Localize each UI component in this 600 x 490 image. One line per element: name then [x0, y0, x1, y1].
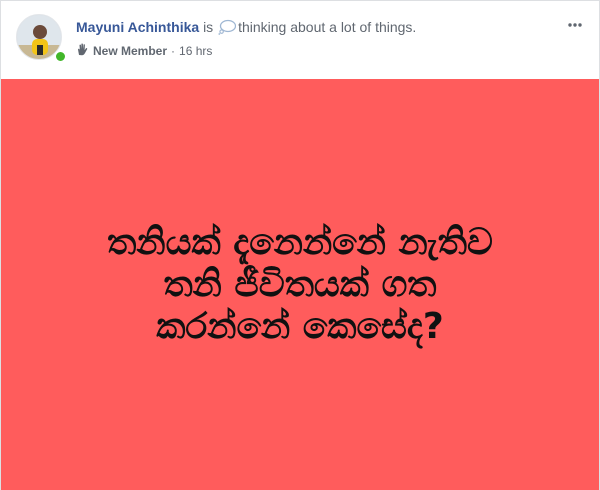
- more-options-icon: [568, 23, 582, 27]
- thought-bubble-icon: [218, 19, 237, 38]
- colored-status-background: තනියක් දැනෙන්නේ නැතිව තනි ජීවිතයක් ගත කර…: [1, 79, 599, 490]
- status-text: තනියක් දැනෙන්නේ නැතිව තනි ජීවිතයක් ගත කර…: [107, 221, 493, 347]
- new-member-badge: New Member: [93, 44, 168, 58]
- feed-post: Mayuni Achinthika is thinking about a lo…: [0, 0, 600, 490]
- post-title-line: Mayuni Achinthika is thinking about a lo…: [76, 19, 416, 38]
- meta-separator: ·: [171, 44, 176, 58]
- online-status-dot: [54, 50, 67, 63]
- activity-connector: is: [203, 19, 214, 35]
- more-options-button[interactable]: [565, 15, 585, 35]
- post-timestamp[interactable]: 16 hrs: [179, 44, 212, 58]
- author-name-link[interactable]: Mayuni Achinthika: [76, 19, 199, 35]
- waving-hand-icon: [76, 43, 89, 59]
- post-meta-line: New Member · 16 hrs: [76, 43, 212, 59]
- activity-text[interactable]: thinking about a lot of things.: [238, 19, 416, 35]
- post-header: Mayuni Achinthika is thinking about a lo…: [1, 1, 599, 79]
